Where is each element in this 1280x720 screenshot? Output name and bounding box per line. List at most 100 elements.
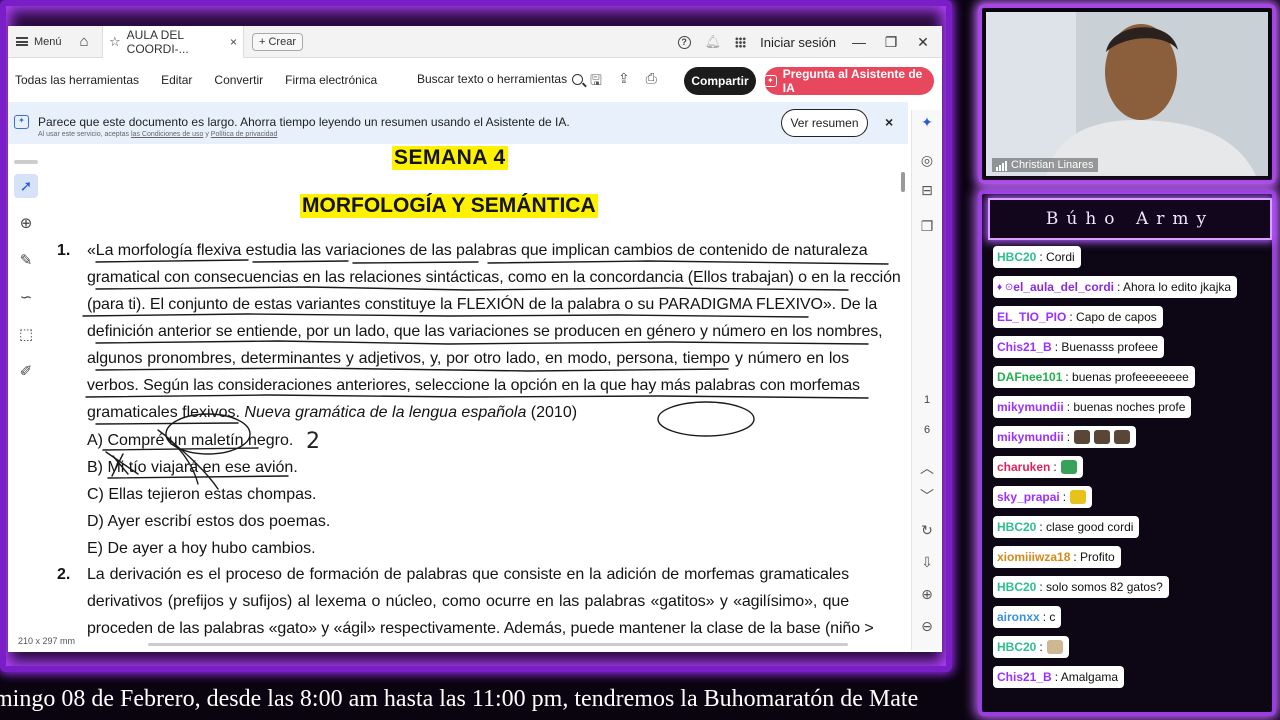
ticker-text: mingo 08 de Febrero, desde las 8:00 am h… [0,686,919,712]
chat-text: : Buenasss profeee [1054,340,1159,354]
close-window-icon[interactable]: ✕ [914,34,932,51]
select-cursor-icon[interactable]: ➚ [14,174,38,198]
chat-username: sky_prapai [997,490,1060,504]
question-1-line: algunos pronombres, determinantes y adje… [87,350,849,367]
text-select-icon[interactable]: ⬚ [14,322,38,346]
ink-underline [82,313,809,318]
ink-underline [487,260,889,265]
star-icon[interactable]: ☆ [109,34,121,50]
apps-grid-icon[interactable] [735,36,747,48]
book-title: Nueva gramática de la lengua española [244,404,527,421]
chat-message: xiomiiiwza18: Profito [993,546,1121,568]
chat-username: HBC20 [997,250,1037,264]
option-a: A) Compré un maletín negro. [87,432,294,449]
view-summary-button[interactable]: Ver resumen [781,109,868,137]
ai-assistant-label: Pregunta al Asistente de IA [782,67,923,95]
chat-title: Búho Army [988,198,1272,240]
left-toolbar: ➚ ⊕ ✎ ∽ ⬚ ✐ [14,160,44,650]
tab-title: AULA DEL COORDI-... [126,27,189,56]
page-up-icon[interactable]: ︿ [919,458,935,478]
banner-terms: Al usar este servicio, aceptas las Condi… [38,131,277,138]
share-label: Compartir [691,74,749,88]
search-label: Buscar texto o herramientas [417,72,568,86]
pages-icon[interactable]: ❐ [919,218,935,235]
chat-username: EL_TIO_PIO [997,310,1067,324]
toolbar-handle[interactable] [14,160,38,164]
chat-message: aironxx: c [993,606,1062,628]
minimize-icon[interactable]: — [850,34,868,50]
convert-menu[interactable]: Convertir [214,73,263,87]
home-icon[interactable]: ⌂ [74,33,94,50]
chat-text: : [1062,490,1067,504]
create-button[interactable]: + Crear [252,32,303,51]
pen-icon[interactable]: ✎ [14,248,38,272]
upload-cloud-icon[interactable]: ⇪ [618,70,630,94]
bell-icon[interactable]: 🔔︎ [705,34,722,50]
chat-text: : solo somos 82 gatos? [1039,580,1163,594]
question-2-line: derivativos (prefijos y sufijos) al lexe… [87,593,849,610]
help-icon[interactable]: ? [677,35,691,49]
banner-close-icon[interactable]: × [885,114,893,130]
page-down-icon[interactable]: ﹀ [919,486,935,506]
chat-text: : buenas profeeeeeeee [1065,370,1189,384]
bookmark-icon[interactable]: ⊟ [919,182,935,199]
ai-assistant-icon: ✦ [764,75,777,87]
edit-menu[interactable]: Editar [161,73,192,87]
ink-underline [95,259,249,263]
chat-message: mikymundii: buenas noches profe [993,396,1192,418]
menu-button[interactable]: Menú [8,36,68,48]
share-button[interactable]: Compartir [684,67,756,95]
chat-message: EL_TIO_PIO: Capo de capos [993,306,1163,328]
e-sign-menu[interactable]: Firma electrónica [285,73,377,87]
terms-link[interactable]: las Condiciones de uso [131,131,203,138]
close-tab-icon[interactable]: × [230,35,237,49]
vertical-scrollbar[interactable] [901,172,905,192]
summary-banner: ✦ Parece que este documento es largo. Ah… [8,102,908,144]
zoom-out-icon[interactable]: ⊖ [919,618,935,635]
question-1-last-line: gramaticales flexivos. Nueva gramática d… [87,404,577,422]
question-2-line: proceden de las palabras «gato» y «ágil»… [87,620,874,637]
chat-message: sky_prapai: [993,486,1093,508]
emote-icon [1094,430,1111,444]
all-tools-menu[interactable]: Todas las herramientas [15,73,139,87]
search-icon [572,73,584,85]
presenter-silhouette [986,12,1268,176]
tab-bar: Menú ⌂ ☆ AULA DEL COORDI-... × + Crear ?… [8,26,942,58]
ai-assistant-button[interactable]: ✦ Pregunta al Asistente de IA [764,67,934,95]
terms-and: y [205,131,209,138]
rotate-icon[interactable]: ↻ [919,522,935,539]
save-icon[interactable]: 🖫 [590,70,602,94]
ink-underline [85,394,869,399]
chat-username: DAFnee101 [997,370,1063,384]
restore-icon[interactable]: ❐ [882,34,900,51]
book-year: (2010) [526,404,578,421]
chat-text: : [1066,430,1071,444]
comment-icon[interactable]: ⊕ [14,211,38,235]
privacy-link[interactable]: Política de privacidad [211,131,278,138]
question-1-line: «La morfología flexiva estudia las varia… [87,242,868,259]
chat-username: HBC20 [997,640,1037,654]
emote-icon [1070,490,1087,504]
pdf-page: SEMANA 4 MORFOLOGÍA Y SEMÁNTICA 1. «La m… [48,144,901,644]
ink-underline [95,340,869,345]
pdf-viewer-window: Menú ⌂ ☆ AULA DEL COORDI-... × + Crear ?… [8,26,942,652]
print-icon[interactable]: ⎙ [646,70,657,94]
horizontal-scrollbar[interactable] [148,643,848,646]
chat-message: Chis21_B: Amalgama [993,666,1125,688]
zoom-in-icon[interactable]: ⊕ [919,586,935,603]
participant-name: Christian Linares [1011,159,1094,171]
freehand-icon[interactable]: ∽ [14,285,38,309]
chat-username: charuken [997,460,1051,474]
search-tools[interactable]: Buscar texto o herramientas [417,72,584,86]
chat-text: : [1039,640,1043,654]
page-current[interactable]: 1 [912,394,942,406]
tab-document[interactable]: ☆ AULA DEL COORDI-... × [102,26,244,58]
stamp-icon[interactable]: ✐ [14,359,38,383]
ai-panel-icon[interactable]: ✦ [919,114,935,131]
ink-underline [352,261,479,264]
comments-panel-icon[interactable]: ◎ [919,152,935,169]
signin-button[interactable]: Iniciar sesión [760,35,836,50]
menu-label: Menú [34,35,62,48]
download-icon[interactable]: ⇩ [919,554,935,571]
create-label: Crear [268,35,296,48]
